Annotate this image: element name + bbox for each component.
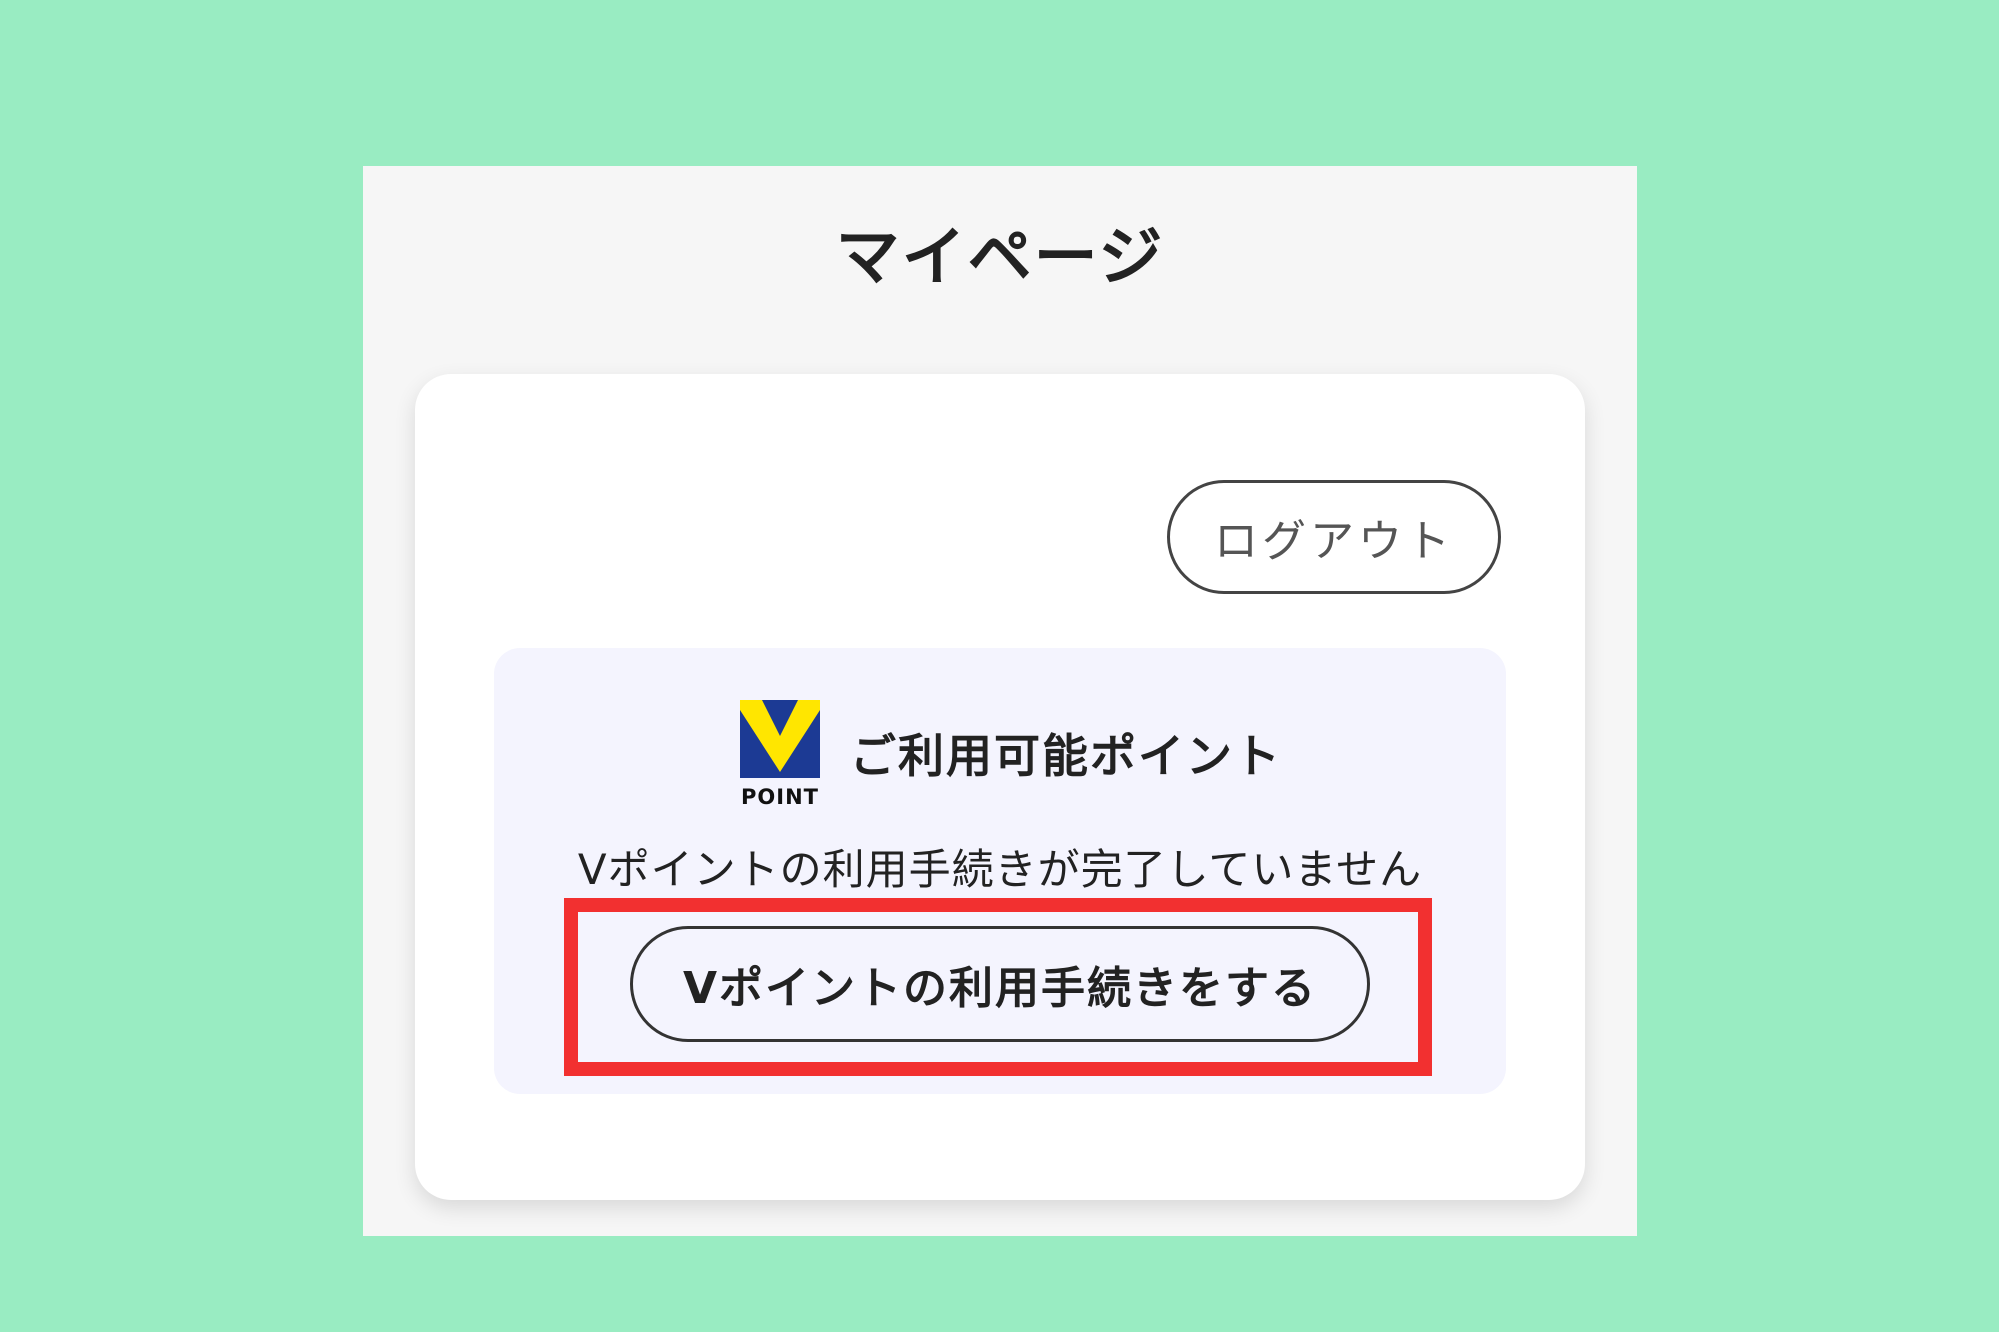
- points-title: ご利用可能ポイント: [850, 729, 1282, 783]
- points-panel: POINT ご利用可能ポイント Vポイントの利用手続きが完了していません Vポイ…: [494, 648, 1506, 1094]
- vpoint-logo-icon: POINT: [740, 700, 820, 808]
- account-card: ログアウト POINT ご利用可能ポイント Vポイントの利用手続きが完了していま…: [415, 374, 1585, 1200]
- page-title: マイページ: [835, 221, 1165, 295]
- vpoint-register-button[interactable]: Vポイントの利用手続きをする: [630, 926, 1370, 1042]
- logout-button[interactable]: ログアウト: [1167, 480, 1501, 594]
- vpoint-logo-text: POINT: [741, 785, 819, 808]
- mypage-screen: マイページ ログアウト POINT ご利用可能ポイント Vポイントの利用手続きが…: [363, 166, 1637, 1236]
- points-status-message: Vポイントの利用手続きが完了していません: [577, 845, 1423, 894]
